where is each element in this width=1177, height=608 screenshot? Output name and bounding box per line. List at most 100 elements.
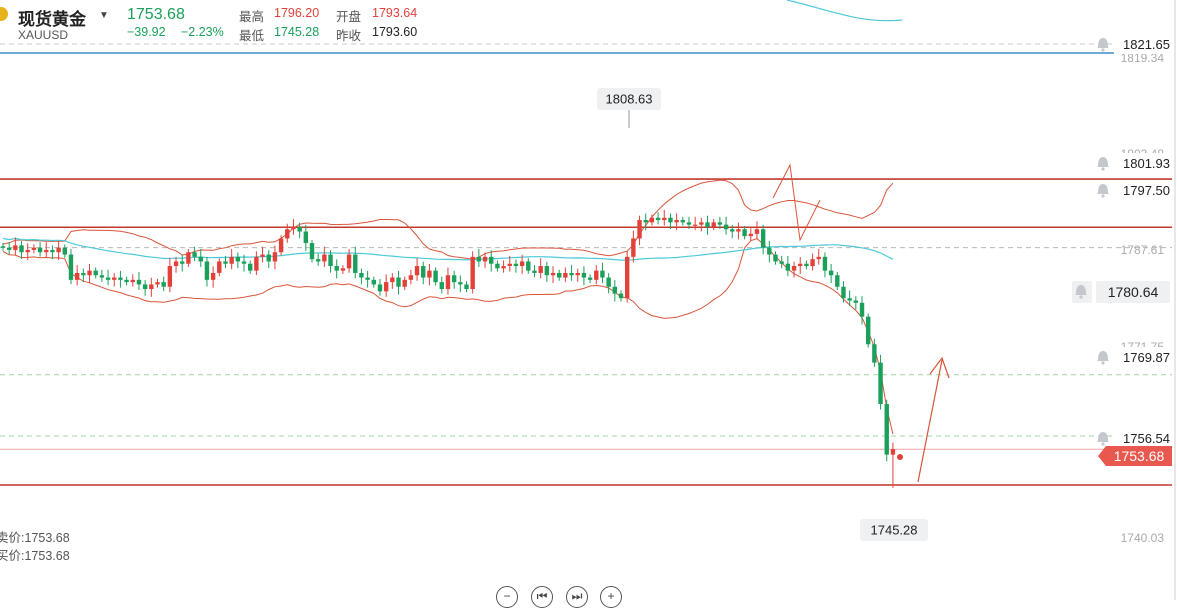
candle-body xyxy=(328,254,333,267)
candle-body xyxy=(798,263,803,267)
candle-body xyxy=(637,220,642,239)
level-label: 1821.65 xyxy=(1123,37,1170,52)
candle-body xyxy=(383,282,389,292)
candle-body xyxy=(717,222,723,225)
candle-body xyxy=(285,229,290,239)
candle-body xyxy=(476,256,482,262)
candle-body xyxy=(266,254,271,262)
candle-body xyxy=(62,247,67,255)
candle-body xyxy=(835,275,840,287)
candle-body xyxy=(736,229,741,232)
candle-body xyxy=(408,275,414,280)
instrument-symbol: XAUUSD xyxy=(18,28,69,42)
high-marker-label: 1808.63 xyxy=(606,92,653,107)
low-label: 最低 xyxy=(239,29,265,43)
bell-icon xyxy=(1097,432,1109,442)
quote-header: 现货黄金 ▼ XAUUSD 1753.68 −39.92 −2.23% 最高 1… xyxy=(0,0,480,44)
bell-icon xyxy=(1101,194,1105,198)
level-label: 1756.54 xyxy=(1123,431,1170,446)
level-label: 1769.87 xyxy=(1123,350,1170,365)
candle-body xyxy=(161,282,166,287)
candle-body xyxy=(779,261,784,264)
candle-body xyxy=(223,261,228,264)
candle-body xyxy=(297,226,302,232)
candle-body xyxy=(451,275,457,283)
candle-body xyxy=(149,284,154,290)
candle-body xyxy=(56,247,61,253)
go-end-button[interactable]: ⏭ xyxy=(566,586,588,608)
candle-body xyxy=(785,263,791,271)
candle-body xyxy=(711,222,716,227)
candle-body xyxy=(594,270,599,280)
candle-body xyxy=(828,270,834,276)
price-chart[interactable]: 1808.63 1745.28 1819.341803.481787.611771… xyxy=(0,0,1177,600)
chevron-down-icon[interactable]: ▼ xyxy=(99,10,109,21)
projection-arrow xyxy=(917,359,943,483)
candle-body xyxy=(340,268,346,271)
candle-body xyxy=(507,263,512,267)
candle-body xyxy=(458,282,463,285)
candle-body xyxy=(501,266,506,269)
candle-body xyxy=(31,247,37,250)
candle-body xyxy=(248,263,253,271)
candle-body xyxy=(760,229,766,248)
candle-body xyxy=(353,254,358,273)
candle-body xyxy=(606,277,611,287)
zoom-in-button[interactable]: + xyxy=(600,586,622,608)
candle-body xyxy=(643,220,648,223)
candle-body xyxy=(112,277,117,280)
candle-body xyxy=(105,277,111,280)
candle-body xyxy=(421,266,426,278)
candle-body xyxy=(309,243,315,260)
candle-body xyxy=(841,286,846,299)
candle-body xyxy=(482,256,488,262)
candle-body xyxy=(186,252,191,264)
candle-body xyxy=(229,256,234,264)
candle-body xyxy=(464,284,469,290)
candle-body xyxy=(489,256,494,264)
candle-body xyxy=(278,238,284,253)
candle-body xyxy=(365,277,370,280)
candle-body xyxy=(581,272,587,278)
candle-body xyxy=(371,279,376,285)
prev-close-label: 昨收 xyxy=(336,29,362,43)
candle-body xyxy=(767,247,772,255)
candle-body xyxy=(204,261,210,280)
candle-body xyxy=(822,256,828,271)
candle-body xyxy=(44,249,49,253)
candle-body xyxy=(575,272,580,276)
skip-end-icon: ⏭ xyxy=(571,589,583,603)
indicator-overlays xyxy=(2,0,950,483)
candle-body xyxy=(569,272,574,276)
moving-average-upper xyxy=(786,0,903,22)
candle-body xyxy=(624,256,630,299)
candle-body xyxy=(130,279,135,283)
instrument-name[interactable]: 现货黄金 xyxy=(18,5,86,30)
price-change: −39.92 xyxy=(127,25,166,39)
bell-icon xyxy=(1097,184,1109,194)
candle-body xyxy=(723,224,729,230)
candle-body xyxy=(662,217,667,221)
go-start-button[interactable]: ⏮ xyxy=(531,586,553,608)
level-label: 1797.50 xyxy=(1123,183,1170,198)
candle-body xyxy=(513,263,519,267)
candle-body xyxy=(550,272,556,276)
candle-body xyxy=(118,277,123,280)
zoom-out-button[interactable]: − xyxy=(496,586,518,608)
candle-body xyxy=(866,316,871,345)
candle-body xyxy=(859,302,865,317)
high-value: 1796.20 xyxy=(274,6,320,20)
candle-body xyxy=(890,449,896,455)
open-label: 开盘 xyxy=(336,10,362,24)
candle-body xyxy=(142,284,148,290)
axis-tick-label: 1787.61 xyxy=(1121,243,1165,257)
candle-body xyxy=(674,220,679,223)
candle-body xyxy=(872,344,877,363)
candle-body xyxy=(291,226,296,230)
candle-body xyxy=(470,256,475,290)
candle-body xyxy=(519,261,525,267)
candle-body xyxy=(526,261,531,271)
bell-icon xyxy=(1079,295,1083,299)
candle-body xyxy=(37,247,43,253)
bell-icon xyxy=(1101,167,1105,171)
